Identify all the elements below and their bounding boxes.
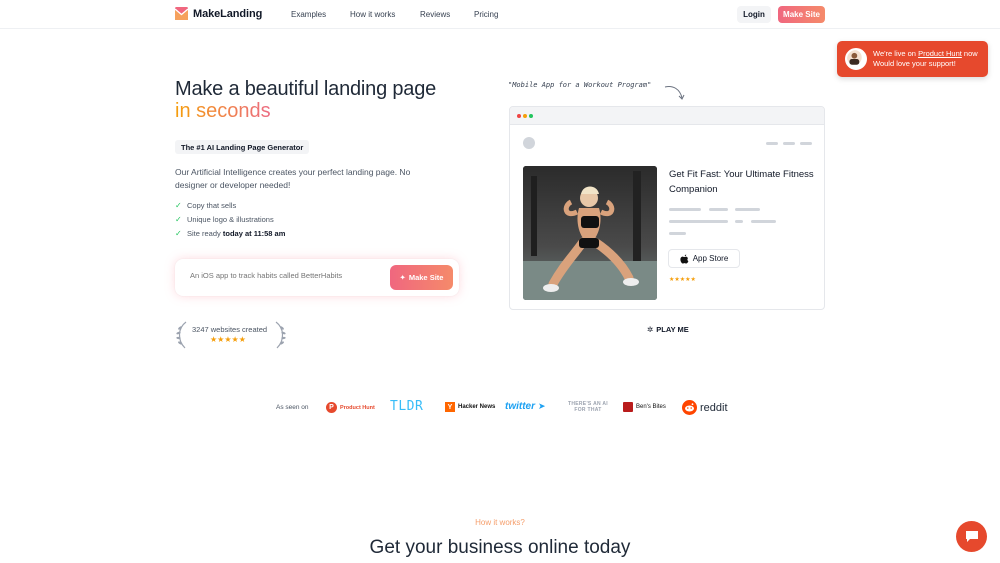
app-store-label: App Store xyxy=(692,254,729,263)
preview-rating-stars: ★★★★★ xyxy=(669,277,696,283)
preview-text-placeholder xyxy=(669,220,728,223)
site-description-input[interactable] xyxy=(190,271,380,280)
make-site-button[interactable]: ✦ Make Site xyxy=(390,265,453,290)
brand-name: MakeLanding xyxy=(193,7,263,20)
laurel-right-icon xyxy=(275,321,286,349)
app-store-button[interactable]: App Store xyxy=(668,249,740,268)
browser-toolbar xyxy=(510,107,824,125)
feature-item: ✓ Copy that sells xyxy=(175,198,285,212)
preview-logo-placeholder xyxy=(523,137,535,149)
feature-text: Site ready today at 11:58 am xyxy=(187,229,285,238)
sparkle-cursor-icon: ✲ xyxy=(647,325,654,334)
brand-name: Ben's Bites xyxy=(636,404,666,410)
preview-text-placeholder xyxy=(751,220,776,223)
check-icon: ✓ xyxy=(175,228,182,238)
brand-twitter[interactable]: twitter ➤ xyxy=(505,401,546,412)
twitter-bird-icon: ➤ xyxy=(538,401,546,411)
brand-bens-bites[interactable]: Ben's Bites xyxy=(623,402,666,412)
preview-text-placeholder xyxy=(709,208,728,211)
curved-arrow-icon xyxy=(664,86,685,100)
preview-text-placeholder xyxy=(669,208,701,211)
maximize-dot-icon xyxy=(529,114,533,118)
nav-link-reviews[interactable]: Reviews xyxy=(420,10,450,19)
hero-title: Make a beautiful landing page xyxy=(175,78,437,100)
section-title: Get your business online today xyxy=(369,537,631,558)
check-icon: ✓ xyxy=(175,214,182,224)
make-site-nav-button[interactable]: Make Site xyxy=(778,6,825,23)
brand-reddit[interactable]: reddit xyxy=(682,400,728,415)
nav-link-examples[interactable]: Examples xyxy=(291,10,326,19)
chat-bubble-icon xyxy=(965,531,978,542)
top-nav: MakeLanding Examples How it works Review… xyxy=(0,0,1000,29)
preview-text-placeholder xyxy=(735,220,743,223)
play-me-button[interactable]: ✲ PLAY ME xyxy=(647,325,689,334)
brand-tldr[interactable]: TLDR xyxy=(390,399,423,414)
ph-line2: Would love your support! xyxy=(873,59,956,68)
feature-item: ✓ Site ready today at 11:58 am xyxy=(175,226,285,240)
as-seen-on-label: As seen on xyxy=(276,404,309,411)
product-hunt-message: We're live on Product Hunt now Would lov… xyxy=(873,49,978,69)
hacker-news-icon: Y xyxy=(445,402,455,412)
sparkle-icon: ✦ xyxy=(399,273,406,282)
brand-hacker-news[interactable]: Y Hacker News xyxy=(445,402,495,412)
preview-nav-placeholder xyxy=(800,142,812,145)
apple-icon xyxy=(680,254,689,263)
logo-icon xyxy=(175,7,188,20)
brand-name: twitter xyxy=(505,401,535,412)
how-it-works-label: How it works? xyxy=(475,518,525,527)
fitness-hero-image xyxy=(523,166,657,300)
preview-nav-placeholder xyxy=(766,142,778,145)
reddit-icon xyxy=(682,400,697,415)
nav-link-pricing[interactable]: Pricing xyxy=(474,10,498,19)
make-site-button-label: Make Site xyxy=(408,273,444,282)
play-me-label: PLAY ME xyxy=(656,325,689,334)
feature-text-prefix: Site ready xyxy=(187,228,223,238)
brand-theres-an-ai[interactable]: THERE'S AN AI FOR THAT xyxy=(564,401,612,413)
hero-title-highlight: in seconds xyxy=(175,100,271,122)
bens-bites-icon xyxy=(623,402,633,412)
hero-badge: The #1 AI Landing Page Generator xyxy=(175,140,310,154)
preview-nav-placeholder xyxy=(783,142,795,145)
chat-widget-button[interactable] xyxy=(956,521,987,552)
product-hunt-icon: P xyxy=(326,402,337,413)
preview-caption: "Mobile App for a Workout Program" xyxy=(508,81,652,89)
websites-created-count: 3247 websites created xyxy=(192,325,268,334)
laurel-left-icon xyxy=(176,321,187,349)
preview-text-placeholder xyxy=(669,232,686,235)
login-button[interactable]: Login xyxy=(737,6,771,23)
brand-logo[interactable]: MakeLanding xyxy=(175,7,262,20)
check-icon: ✓ xyxy=(175,200,182,210)
hero-description: Our Artificial Intelligence creates your… xyxy=(175,167,411,190)
preview-text-placeholder xyxy=(735,208,760,211)
close-dot-icon xyxy=(517,114,521,118)
feature-text: Copy that sells xyxy=(187,200,237,210)
landing-preview-window: Get Fit Fast: Your Ultimate Fitness Comp… xyxy=(509,106,825,310)
feature-text: Unique logo & illustrations xyxy=(187,214,274,224)
ready-time: today at 11:58 am xyxy=(222,228,286,238)
brand-name: THERE'S AN AI FOR THAT xyxy=(568,401,608,413)
rating-stars: ★★★★★ xyxy=(210,335,246,344)
preview-title: Get Fit Fast: Your Ultimate Fitness Comp… xyxy=(669,169,814,195)
brand-name: reddit xyxy=(700,401,728,414)
feature-checklist: ✓ Copy that sells ✓ Unique logo & illust… xyxy=(175,198,285,240)
brand-name: Hacker News xyxy=(458,404,496,410)
site-prompt-box: ✦ Make Site xyxy=(175,259,459,296)
feature-item: ✓ Unique logo & illustrations xyxy=(175,212,285,226)
product-hunt-banner[interactable]: We're live on Product Hunt now Would lov… xyxy=(837,41,988,77)
ph-line1-suffix: now xyxy=(961,49,978,58)
ph-line1-prefix: We're live on xyxy=(873,49,919,58)
brand-product-hunt[interactable]: P Product Hunt xyxy=(326,402,375,413)
nav-link-how-it-works[interactable]: How it works xyxy=(350,10,395,19)
product-hunt-link[interactable]: Product Hunt xyxy=(918,49,962,58)
founder-avatar xyxy=(845,48,867,70)
brand-name: TLDR xyxy=(390,399,424,414)
brand-name: Product Hunt xyxy=(340,404,375,411)
minimize-dot-icon xyxy=(523,114,527,118)
